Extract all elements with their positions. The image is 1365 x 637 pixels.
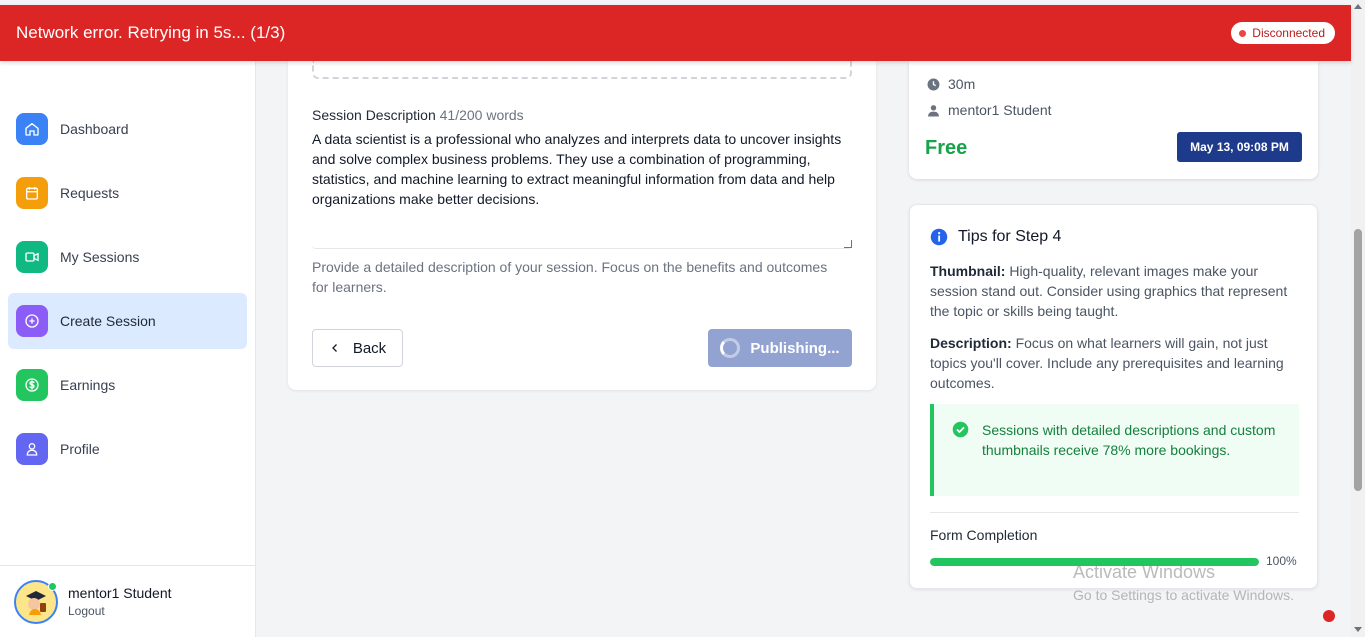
dollar-icon <box>16 369 48 401</box>
tip-thumbnail: Thumbnail: High-quality, relevant images… <box>930 261 1290 321</box>
calendar-icon <box>16 177 48 209</box>
tips-card: Tips for Step 4 Thumbnail: High-quality,… <box>909 204 1318 589</box>
user-icon <box>16 433 48 465</box>
sidebar-item-profile[interactable]: Profile <box>8 421 247 477</box>
sidebar-item-dashboard[interactable]: Dashboard <box>8 101 247 157</box>
page-scrollbar[interactable] <box>1351 0 1365 637</box>
sidebar-nav: Dashboard Requests My Sessions Create Se… <box>0 61 255 477</box>
publish-button-label: Publishing... <box>750 339 840 357</box>
sidebar-item-label: Profile <box>60 441 100 457</box>
form-completion-percent: 100% <box>1266 554 1297 568</box>
sidebar-item-label: Requests <box>60 185 120 201</box>
tip-thumbnail-label: Thumbnail: <box>930 263 1006 279</box>
connection-status-badge: Disconnected <box>1231 22 1335 44</box>
description-label-text: Session Description <box>312 107 436 123</box>
sidebar-item-requests[interactable]: Requests <box>8 165 247 221</box>
tips-title: Tips for Step 4 <box>930 228 1061 246</box>
online-status-dot <box>48 581 57 591</box>
description-help-text: Provide a detailed description of your s… <box>312 259 828 295</box>
check-circle-icon <box>952 421 969 438</box>
sidebar-item-label: Dashboard <box>60 121 129 137</box>
scrollbar-thumb[interactable] <box>1354 229 1362 491</box>
mentor-name: mentor1 Student <box>948 102 1052 118</box>
sidebar-item-create-session[interactable]: Create Session <box>8 293 247 349</box>
sidebar: Dashboard Requests My Sessions Create Se… <box>0 61 256 637</box>
user-name: mentor1 Student <box>68 585 172 601</box>
logout-link[interactable]: Logout <box>68 604 172 618</box>
tip-description: Description: Focus on what learners will… <box>930 333 1290 393</box>
scroll-down-arrow-icon[interactable] <box>1354 627 1362 632</box>
description-value: A data scientist is a professional who a… <box>312 131 842 207</box>
home-icon <box>16 113 48 145</box>
session-date-badge: May 13, 09:08 PM <box>1177 132 1302 162</box>
network-error-banner: Network error. Retrying in 5s... (1/3) D… <box>0 5 1351 61</box>
avatar[interactable] <box>14 579 58 624</box>
graduate-avatar-icon <box>20 585 52 618</box>
form-completion-label: Form Completion <box>930 527 1038 543</box>
back-button[interactable]: Back <box>312 329 403 367</box>
person-icon <box>928 104 939 116</box>
divider <box>930 512 1299 513</box>
tip-description-label: Description: <box>930 335 1012 351</box>
mentor-row: mentor1 Student <box>927 102 1052 118</box>
clock-icon <box>927 78 940 90</box>
sidebar-item-label: Earnings <box>60 377 116 393</box>
notification-dot <box>1323 610 1335 622</box>
connection-status-text: Disconnected <box>1252 26 1325 40</box>
textarea-resize-handle[interactable] <box>844 240 852 248</box>
session-preview-card: 30m mentor1 Student Free May 13, 09:08 P… <box>909 61 1318 179</box>
publish-button[interactable]: Publishing... <box>708 329 852 367</box>
thumbnail-upload-dropzone[interactable] <box>312 61 852 79</box>
description-word-count: 41/200 words <box>439 107 524 123</box>
sidebar-item-earnings[interactable]: Earnings <box>8 357 247 413</box>
tip-callout-text: Sessions with detailed descriptions and … <box>982 422 1276 458</box>
tip-callout: Sessions with detailed descriptions and … <box>930 404 1299 496</box>
activate-windows-title: Activate Windows <box>1073 562 1216 582</box>
create-session-form-card: Session Description 41/200 words A data … <box>288 61 876 390</box>
back-button-label: Back <box>352 339 387 357</box>
user-info: mentor1 Student Logout <box>68 585 172 618</box>
status-dot-icon <box>1239 29 1247 37</box>
video-icon <box>16 241 48 273</box>
info-icon <box>930 228 948 246</box>
sidebar-user-footer: mentor1 Student Logout <box>0 565 255 637</box>
loading-spinner-icon <box>720 338 741 358</box>
duration-value: 30m <box>948 76 976 92</box>
sidebar-item-my-sessions[interactable]: My Sessions <box>8 229 247 285</box>
description-label: Session Description 41/200 words <box>312 107 524 123</box>
sidebar-item-label: My Sessions <box>60 249 140 265</box>
tips-title-text: Tips for Step 4 <box>958 228 1062 245</box>
plus-circle-icon <box>16 305 48 337</box>
banner-message: Network error. Retrying in 5s... (1/3) <box>16 23 286 42</box>
activate-windows-subtitle: Go to Settings to activate Windows. <box>1073 587 1294 603</box>
session-price: Free <box>925 137 968 159</box>
duration-row: 30m <box>927 76 975 92</box>
sidebar-item-label: Create Session <box>60 313 156 329</box>
scroll-up-arrow-icon[interactable] <box>1354 4 1362 9</box>
chevron-left-icon <box>331 344 337 352</box>
